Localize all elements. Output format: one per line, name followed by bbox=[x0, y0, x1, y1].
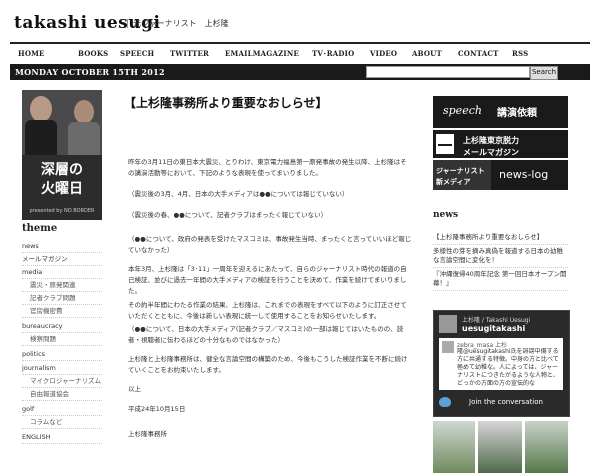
category-media[interactable]: media bbox=[22, 268, 102, 279]
tweet-text: 隆@uesugitakashi氏を誹謗中傷する方に共通する特徴。中身の方と比べて… bbox=[457, 348, 559, 387]
mail-line2: メールマガジン bbox=[463, 148, 519, 157]
article-paragraph: その約半年間にわたる作業の結果、上杉隆は、これまでの表現をすべて以下のように訂正… bbox=[128, 301, 407, 320]
nav-speech[interactable]: SPEECH bbox=[120, 49, 154, 58]
main-article: 【上杉隆事務所より重要なおしらせ】 昨年の3月11日の東日本大震災、とりわけ、東… bbox=[112, 92, 418, 475]
current-date: MONDAY OCTOBER 15TH 2012 bbox=[15, 67, 165, 77]
article-title: 【上杉隆事務所より重要なおしらせ】 bbox=[124, 96, 328, 110]
category-english[interactable]: ENGLISH bbox=[22, 433, 102, 444]
twitter-display-name: 上杉隆 / Takashi Uesugi bbox=[462, 317, 531, 324]
news-heading: news bbox=[433, 210, 459, 220]
speech-label-ja: 講演依頼 bbox=[497, 108, 537, 119]
news-log-line2: 新メディア bbox=[436, 178, 471, 186]
category-journalism[interactable]: journalism bbox=[22, 364, 102, 375]
avatar bbox=[442, 341, 454, 353]
category-politics[interactable]: politics bbox=[22, 350, 102, 361]
person-head-icon bbox=[30, 96, 52, 122]
news-log-label: news-log bbox=[499, 168, 549, 181]
article-signature: 上杉隆事務所 bbox=[128, 430, 167, 438]
person-head-icon bbox=[74, 100, 94, 124]
news-log-line1: ジャーナリスト bbox=[436, 167, 485, 175]
photo-thumbnail[interactable] bbox=[478, 421, 522, 473]
twitter-handle[interactable]: uesugitakashi bbox=[462, 324, 525, 333]
category-kimitsuhi[interactable]: 官房機密費 bbox=[22, 307, 102, 318]
join-conversation-link[interactable]: Join the conversation bbox=[439, 395, 563, 411]
search-button[interactable]: Search bbox=[530, 66, 558, 80]
mail-icon bbox=[436, 134, 454, 154]
news-log-button[interactable]: ジャーナリスト 新メディア news-log bbox=[433, 160, 568, 190]
news-item[interactable]: 多様性の芽を摘み真偽を報道する日本の幼稚な言論空間に変化を！ bbox=[433, 247, 568, 268]
article-paragraph: （●●について、日本の大手メディア(記者クラブ／マスコミ)の一部は報じてはいたも… bbox=[128, 325, 404, 344]
twitter-bird-icon bbox=[439, 397, 451, 407]
category-news[interactable]: news bbox=[22, 242, 102, 253]
nav-tv-radio[interactable]: TV･RADIO bbox=[312, 49, 354, 59]
banner-line1: 深層の bbox=[41, 162, 83, 178]
nav-twitter[interactable]: TWITTER bbox=[170, 49, 209, 58]
banner-line2: 火曜日 bbox=[41, 181, 83, 197]
article-paragraph: 以上 bbox=[128, 385, 141, 393]
category-column[interactable]: コラムなど bbox=[22, 418, 102, 429]
article-paragraph: 上杉隆と上杉隆事務所は、健全な言論空間の構築のため、今後もこうした検証作業を不断… bbox=[128, 355, 408, 374]
nav-about[interactable]: ABOUT bbox=[412, 49, 442, 58]
twitter-widget: 上杉隆 / Takashi Uesugi uesugitakashi zebra… bbox=[433, 310, 570, 417]
nav-books[interactable]: BOOKS bbox=[78, 49, 108, 58]
banner-presented: presented by NO BORDER bbox=[29, 208, 95, 214]
category-micro-journalism[interactable]: マイクロジャーナリズム bbox=[22, 377, 102, 388]
nav-contact[interactable]: CONTACT bbox=[458, 49, 499, 58]
article-paragraph: 本年3月、上杉隆は「3･11」一周年を迎えるにあたって、自らのジャーナリスト時代… bbox=[128, 265, 407, 295]
avatar[interactable] bbox=[439, 315, 457, 333]
category-kisha-club[interactable]: 記者クラブ問題 bbox=[22, 294, 102, 305]
category-shinsai[interactable]: 震災・原発関連 bbox=[22, 281, 102, 292]
article-date: 平成24年10月15日 bbox=[128, 405, 186, 413]
photo-thumbnail[interactable] bbox=[433, 421, 475, 473]
nav-emailmagazine[interactable]: EMAILMAGAZINE bbox=[225, 49, 299, 58]
person-body-icon bbox=[68, 122, 100, 155]
radio-banner[interactable]: 深層の 火曜日 presented by NO BORDER bbox=[22, 90, 102, 220]
article-paragraph: （震災後の3月、4月、日本の大手メディアは●●については報じていない） bbox=[128, 190, 349, 198]
article-paragraph: （震災後の春、●●について、記者クラブはまったく報じていない） bbox=[128, 211, 328, 219]
photo-thumbnail[interactable] bbox=[525, 421, 568, 473]
left-sidebar: 深層の 火曜日 presented by NO BORDER theme new… bbox=[22, 90, 102, 475]
site-header: takashi uesugi 元ジャーナリスト 上杉隆 bbox=[0, 0, 600, 40]
category-kensatsu[interactable]: 検察問題 bbox=[22, 335, 102, 346]
category-mailmag[interactable]: メールマガジン bbox=[22, 255, 102, 266]
article-paragraph: （●●について、政府の発表を受けたマスコミは、事故発生当時、まったくと言っていい… bbox=[128, 235, 412, 254]
category-jiyu-hodo[interactable]: 自由報道協会 bbox=[22, 390, 102, 401]
site-tagline: 元ジャーナリスト 上杉隆 bbox=[127, 19, 229, 28]
news-item[interactable]: 『沖縄復帰40周年記念 第一回日本オープン開幕！』 bbox=[433, 270, 568, 291]
search-input[interactable] bbox=[366, 66, 530, 78]
tweet-card: zebra_masa 上杉 隆@uesugitakashi氏を誹謗中傷する方に共… bbox=[439, 338, 563, 390]
category-golf[interactable]: golf bbox=[22, 405, 102, 416]
photo-strip bbox=[433, 421, 568, 476]
nav-home[interactable]: HOME bbox=[18, 49, 45, 58]
speech-label-en: speech bbox=[443, 104, 482, 117]
person-body-icon bbox=[25, 120, 57, 155]
speech-request-button[interactable]: speech 講演依頼 bbox=[433, 96, 568, 128]
news-item[interactable]: 【上杉隆事務所より重要なおしらせ】 bbox=[433, 233, 568, 245]
mail-line1: 上杉隆東京脱力 bbox=[463, 136, 519, 145]
category-bureaucracy[interactable]: bureaucracy bbox=[22, 322, 102, 333]
date-bar: MONDAY OCTOBER 15TH 2012 Search bbox=[10, 64, 590, 80]
mail-magazine-button[interactable]: 上杉隆東京脱力 メールマガジン bbox=[433, 130, 568, 158]
main-nav: HOME BOOKS SPEECH TWITTER EMAILMAGAZINE … bbox=[10, 42, 590, 65]
nav-rss[interactable]: RSS bbox=[512, 49, 528, 58]
nav-video[interactable]: VIDEO bbox=[370, 49, 397, 58]
theme-heading: theme bbox=[22, 223, 58, 234]
article-paragraph: 昨年の3月11日の東日本大震災、とりわけ、東京電力福島第一原発事故の発生以降、上… bbox=[128, 158, 407, 177]
join-conversation-label: Join the conversation bbox=[469, 398, 543, 406]
